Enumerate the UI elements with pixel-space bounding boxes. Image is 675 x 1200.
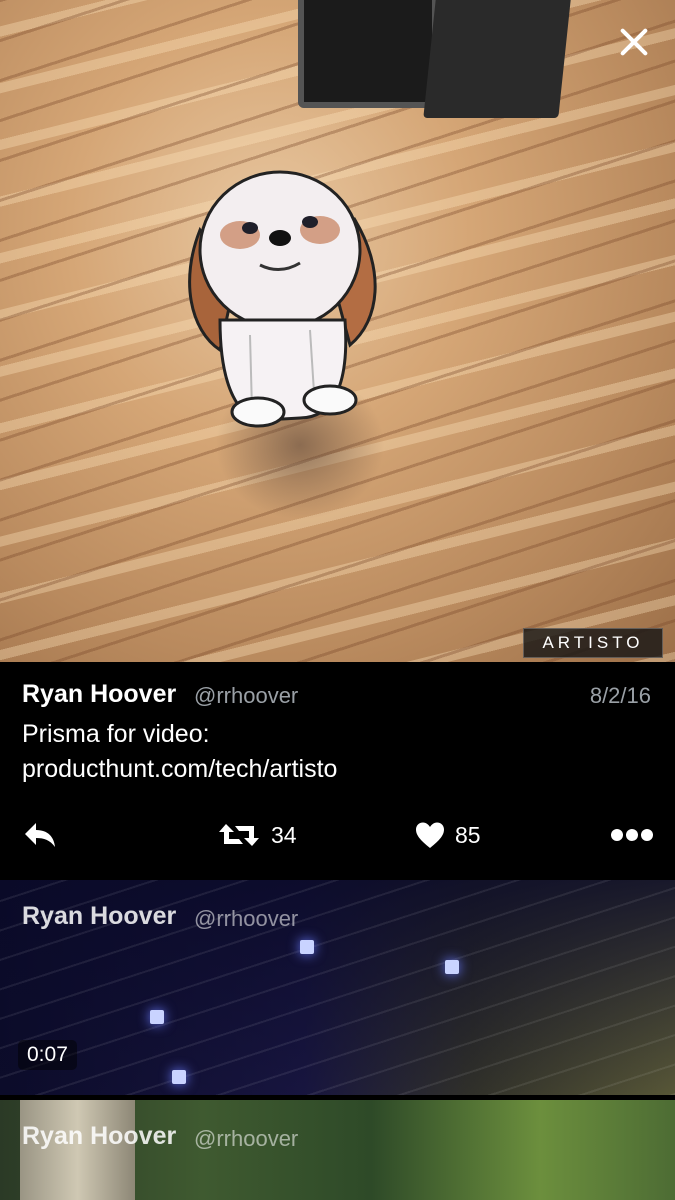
stage-light — [150, 1010, 164, 1024]
retweet-count: 34 — [271, 821, 297, 848]
tweet-details: Ryan Hoover @rrhoover 8/2/16 Prisma for … — [0, 662, 675, 877]
artisto-watermark: ARTISTO — [523, 628, 663, 658]
more-icon — [611, 829, 653, 841]
card-author-handle: @rrhoover — [194, 906, 299, 931]
close-button[interactable] — [614, 22, 654, 62]
feed-card[interactable]: Ryan Hoover @rrhoover 0:07 — [0, 880, 675, 1095]
like-button[interactable]: 85 — [415, 812, 481, 858]
tweet-actions: 34 85 — [0, 812, 675, 858]
author-handle[interactable]: @rrhoover — [194, 683, 298, 709]
heart-icon — [416, 822, 444, 848]
retweet-button[interactable]: 34 — [217, 812, 297, 858]
card-author-name: Ryan Hoover — [22, 1122, 177, 1150]
tweet-text-line: Prisma for video: — [22, 720, 210, 748]
background-object — [298, 0, 438, 108]
tweet-date: 8/2/16 — [589, 683, 651, 708]
stage-light — [445, 960, 459, 974]
retweet-icon — [219, 824, 259, 846]
like-count: 85 — [455, 821, 481, 848]
tweet-media-image[interactable]: ARTISTO — [0, 0, 675, 662]
card-author-name: Ryan Hoover — [22, 902, 177, 930]
more-button[interactable] — [610, 812, 654, 858]
tweet-text: Prisma for video: producthunt.com/tech/a… — [22, 717, 642, 787]
author-name[interactable]: Ryan Hoover — [22, 680, 176, 709]
stage-light — [300, 940, 314, 954]
tweet-link[interactable]: producthunt.com/tech/artisto — [22, 752, 642, 787]
reply-icon — [25, 823, 55, 847]
card-author-handle: @rrhoover — [194, 1126, 299, 1151]
reply-button[interactable] — [22, 812, 58, 858]
background-object — [423, 0, 572, 118]
stage-light — [172, 1070, 186, 1084]
dog-illustration — [188, 170, 377, 428]
video-duration: 0:07 — [18, 1040, 77, 1070]
feed-card[interactable]: Ryan Hoover @rrhoover — [0, 1100, 675, 1200]
